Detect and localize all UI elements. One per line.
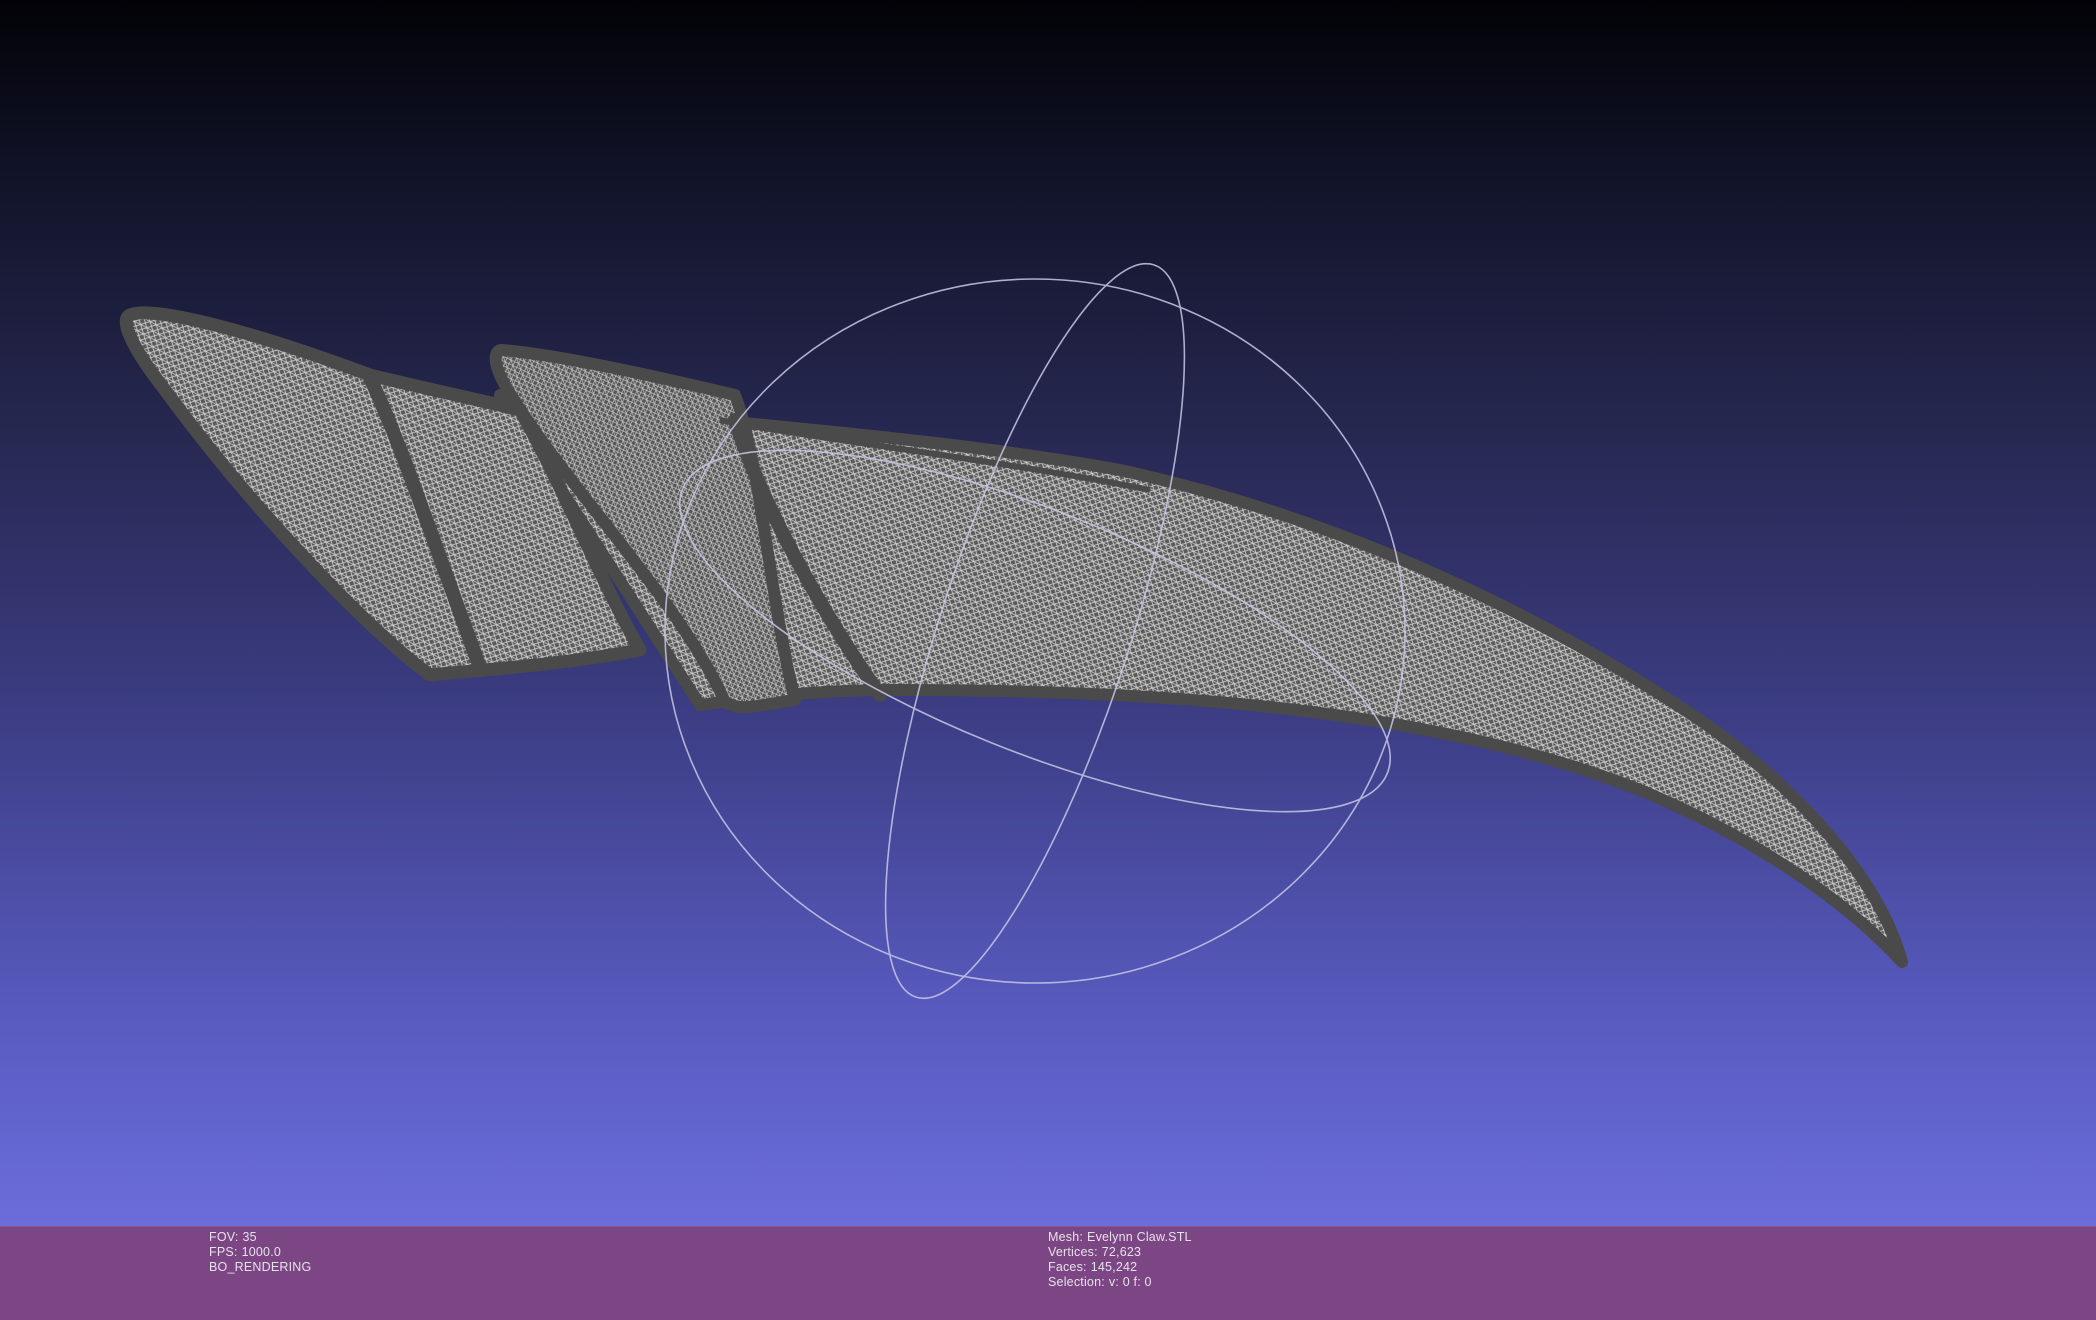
selection-readout: Selection: v: 0 f: 0	[1048, 1275, 1192, 1290]
selection-value: v: 0 f: 0	[1108, 1275, 1152, 1289]
mesh-label: Mesh:	[1048, 1230, 1084, 1244]
faces-readout: Faces: 145,242	[1048, 1260, 1192, 1275]
vertices-readout: Vertices: 72,623	[1048, 1245, 1192, 1260]
selection-label: Selection:	[1048, 1275, 1105, 1289]
fps-readout: FPS: 1000.0	[209, 1245, 311, 1260]
render-info: FOV: 35 FPS: 1000.0 BO_RENDERING	[209, 1230, 311, 1275]
vertices-count: 72,623	[1101, 1245, 1142, 1259]
mesh-info: Mesh: Evelynn Claw.STL Vertices: 72,623 Fa…	[1048, 1230, 1192, 1290]
mesh-name-readout: Mesh: Evelynn Claw.STL	[1048, 1230, 1192, 1245]
fov-readout: FOV: 35	[209, 1230, 311, 1245]
vertices-label: Vertices:	[1048, 1245, 1098, 1259]
3d-viewport[interactable]	[0, 0, 2096, 1226]
fps-label: FPS:	[209, 1245, 238, 1259]
mesh-render	[119, 262, 1908, 1000]
fps-value: 1000.0	[241, 1245, 282, 1259]
fov-value: 35	[242, 1230, 257, 1244]
render-mode: BO_RENDERING	[209, 1260, 312, 1274]
mesh-name: Evelynn Claw.STL	[1087, 1230, 1192, 1244]
faces-label: Faces:	[1048, 1260, 1087, 1274]
faces-count: 145,242	[1090, 1260, 1138, 1274]
fov-label: FOV:	[209, 1230, 239, 1244]
meshlab-window: FOV: 35 FPS: 1000.0 BO_RENDERING Mesh: Evel…	[0, 0, 2096, 1320]
status-bar: FOV: 35 FPS: 1000.0 BO_RENDERING Mesh: Evel…	[0, 1226, 2096, 1320]
